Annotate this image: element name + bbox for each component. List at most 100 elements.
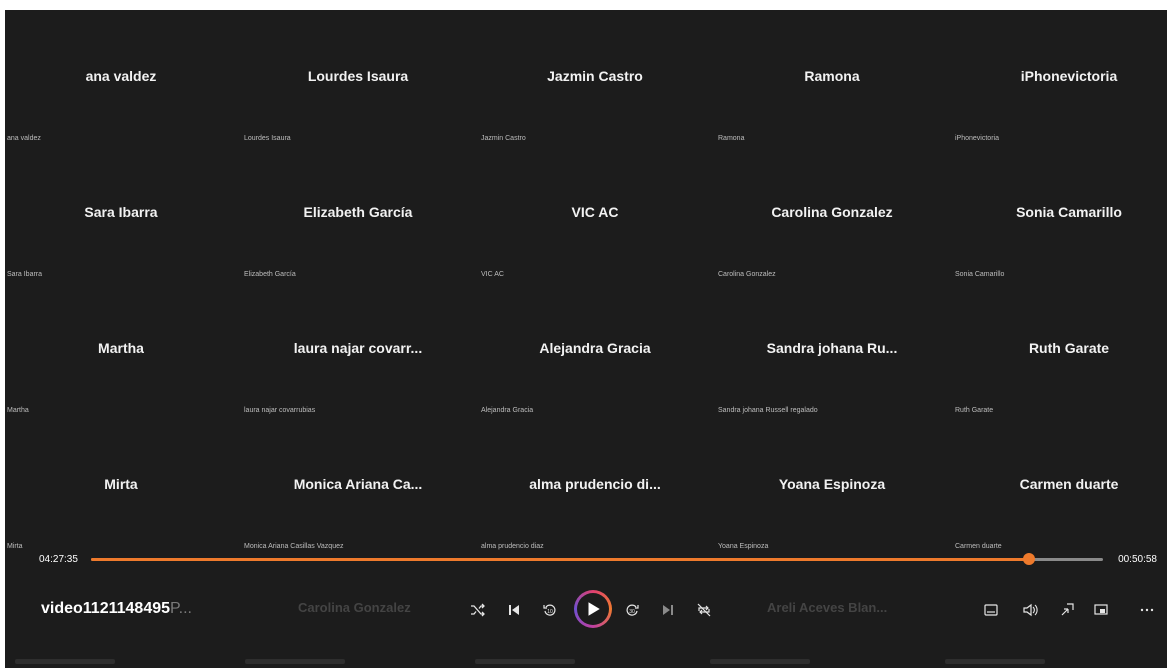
more-options-button[interactable] [1135, 598, 1159, 622]
participant-name: Sonia Camarillo [1016, 204, 1122, 220]
video-player[interactable]: ana valdez ana valdez Lourdes Isaura Lourde… [5, 10, 1167, 668]
participant-name-small: Sandra johana Russell regalado [718, 407, 818, 414]
volume-icon [1023, 603, 1038, 617]
participant-name: Carolina Gonzalez [771, 204, 893, 220]
svg-text:30: 30 [629, 609, 635, 615]
play-button[interactable] [574, 590, 612, 628]
participant-name-small: Yoana Espinoza [718, 543, 769, 550]
next-row-partial [5, 656, 1167, 668]
next-button[interactable] [656, 598, 680, 622]
participant-tile: Elizabeth García Elizabeth García [242, 146, 474, 282]
participant-tile: Jazmin Castro Jazmin Castro [479, 10, 711, 146]
participant-name: Jazmin Castro [547, 68, 643, 84]
captions-icon [984, 604, 998, 616]
participant-tile: Lourdes Isaura Lourdes Isaura [242, 10, 474, 146]
video-title-fade: P... [170, 600, 192, 617]
forward-30-icon: 30 [626, 604, 639, 616]
miniplayer-button[interactable] [1055, 598, 1079, 622]
rewind-button[interactable]: 10 [538, 598, 562, 622]
participant-name: Sara Ibarra [84, 204, 158, 220]
participant-name: alma prudencio di... [529, 476, 661, 492]
participant-name: Monica Ariana Ca... [293, 476, 423, 492]
svg-text:10: 10 [547, 609, 553, 615]
next-icon [663, 605, 673, 615]
cast-icon [1094, 604, 1108, 615]
participant-name-small: Ramona [718, 135, 745, 142]
seek-thumb[interactable] [1022, 553, 1035, 565]
participant-name-small: Sonia Camarillo [955, 271, 1005, 278]
participant-name: ana valdez [85, 68, 157, 84]
participant-name: Mirta [104, 476, 138, 492]
participant-name-small: Lourdes Isaura [244, 135, 291, 142]
participant-name-small: Sara Ibarra [7, 271, 43, 278]
ghost-label-right: Areli Aceves Blan... [767, 600, 888, 615]
participant-name-small: Elizabeth García [244, 271, 296, 278]
participant-tile: Alejandra Gracia Alejandra Gracia [479, 282, 711, 418]
participant-tile: Sonia Camarillo Sonia Camarillo [953, 146, 1167, 282]
participant-name-small: iPhonevictoria [955, 135, 999, 142]
participant-name-small: Mirta [7, 543, 23, 550]
participant-name: Lourdes Isaura [307, 68, 409, 84]
participant-name: Yoana Espinoza [778, 476, 886, 492]
participant-tile: Monica Ariana Ca... Monica Ariana Casilla… [242, 418, 474, 554]
previous-icon [509, 605, 519, 615]
elapsed-time: 04:27:35 [39, 554, 78, 565]
participant-name-small: Alejandra Gracia [481, 407, 534, 414]
participant-tile: Ruth Garate Ruth Garate [953, 282, 1167, 418]
participant-name: laura najar covarr... [293, 340, 423, 356]
repeat-icon [697, 603, 711, 617]
participant-name: Sandra johana Ru... [766, 340, 898, 356]
participant-name: VIC AC [571, 204, 619, 220]
participant-tile: alma prudencio di... alma prudencio diaz [479, 418, 711, 554]
participant-tile: Martha Martha [5, 282, 237, 418]
repeat-button[interactable] [692, 598, 716, 622]
shuffle-button[interactable] [466, 598, 490, 622]
captions-button[interactable] [979, 598, 1003, 622]
play-icon [588, 602, 600, 616]
video-title: video1121148495P... [41, 600, 192, 618]
participant-tile: Carmen duarte Carmen duarte [953, 418, 1167, 554]
participant-name-small: Carolina Gonzalez [718, 271, 776, 278]
remaining-time: 00:50:58 [1118, 554, 1157, 565]
participant-tile: Ramona Ramona [716, 10, 948, 146]
video-frame-grid: ana valdez ana valdez Lourdes Isaura Lourde… [5, 10, 1167, 555]
participant-tile: laura najar covarr... laura najar covarru… [242, 282, 474, 418]
participant-tile: iPhonevictoria iPhonevictoria [953, 10, 1167, 146]
seek-progress [91, 558, 1029, 561]
participant-tile: VIC AC VIC AC [479, 146, 711, 282]
participant-tile: Sandra johana Ru... Sandra johana Russell… [716, 282, 948, 418]
volume-button[interactable] [1018, 598, 1042, 622]
participant-name-small: laura najar covarrubias [244, 407, 316, 414]
seek-bar[interactable] [91, 553, 1103, 565]
participant-tile: Yoana Espinoza Yoana Espinoza [716, 418, 948, 554]
participant-name-small: Ruth Garate [955, 407, 994, 414]
participant-name: Elizabeth García [303, 204, 413, 220]
participant-tile: ana valdez ana valdez [5, 10, 237, 146]
ghost-label-left: Carolina Gonzalez [298, 600, 411, 615]
miniplayer-icon [1061, 603, 1074, 616]
more-icon [1140, 608, 1154, 612]
forward-button[interactable]: 30 [620, 598, 644, 622]
rewind-10-icon: 10 [543, 604, 556, 616]
participant-name: Ruth Garate [1028, 340, 1110, 356]
participant-tile: Sara Ibarra Sara Ibarra [5, 146, 237, 282]
participant-name: Martha [98, 340, 144, 356]
participant-name-small: alma prudencio diaz [481, 543, 544, 550]
participant-name: Alejandra Gracia [539, 340, 651, 356]
participant-name-small: Carmen duarte [955, 543, 1002, 550]
participant-name-small: Monica Ariana Casillas Vazquez [244, 543, 344, 550]
video-title-text: video1121148495 [41, 600, 171, 617]
shuffle-icon [471, 603, 485, 617]
previous-button[interactable] [502, 598, 526, 622]
play-button-inner [577, 593, 609, 625]
participant-name: iPhonevictoria [1020, 68, 1118, 84]
cast-button[interactable] [1089, 598, 1113, 622]
participant-tile: Carolina Gonzalez Carolina Gonzalez [716, 146, 948, 282]
participant-name: Ramona [804, 68, 860, 84]
participant-name-small: ana valdez [7, 135, 41, 142]
participant-name-small: Martha [7, 407, 29, 414]
participant-name-small: Jazmin Castro [481, 135, 526, 142]
participant-name-small: VIC AC [481, 271, 504, 278]
participant-tile: Mirta Mirta [5, 418, 237, 554]
participant-name: Carmen duarte [1019, 476, 1119, 492]
